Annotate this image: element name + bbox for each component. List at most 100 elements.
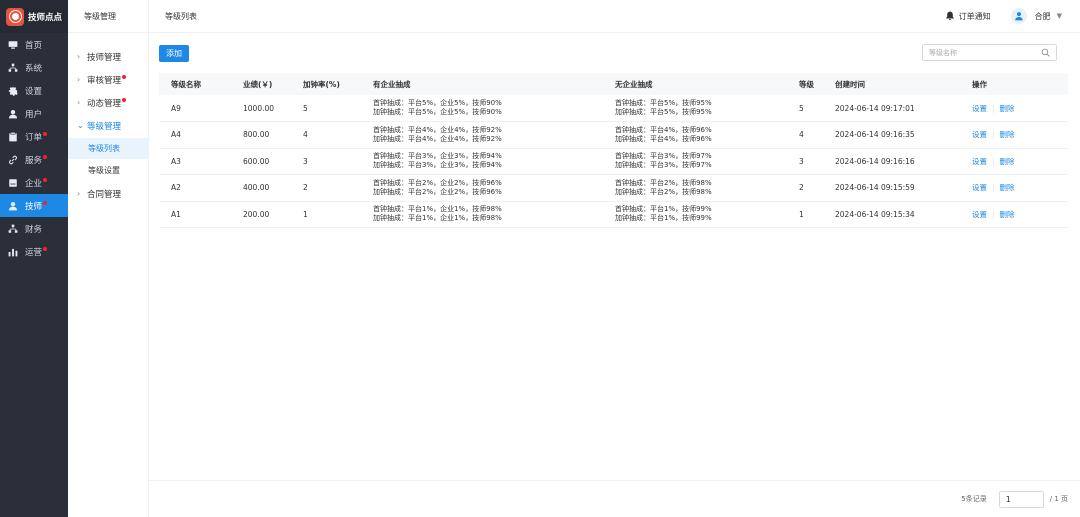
column-header-1: 业绩(￥) (243, 79, 273, 89)
no-enterprise-cell: 首钟抽成：平台4%，技师96% 加钟抽成：平台4%，技师96% (603, 122, 787, 149)
nav-item-label: 设置 (25, 86, 43, 97)
table-row: A4 800.00 4 首钟抽成：平台4%，企业4%，技师92% 加钟抽成：平台4%，企… (159, 122, 1068, 149)
submenu-child-1[interactable]: 等级设置 (68, 160, 148, 181)
column-header-7: 操作 (972, 79, 987, 89)
no-enterprise-cell: 首钟抽成：平台3%，技师97% 加钟抽成：平台3%，技师97% (603, 148, 787, 175)
divider: | (992, 156, 995, 166)
commission-line: 加钟抽成：平台2%，企业2%，技师96% (373, 187, 502, 196)
commission-line: 加钟抽成：平台1%，企业1%，技师98% (373, 214, 502, 223)
chevron-right-icon: › (77, 189, 81, 198)
rate-cell: 5 (303, 103, 308, 113)
submenu-item-1[interactable]: › 审核管理 (68, 68, 148, 91)
notification-dot (43, 201, 48, 205)
delete-link[interactable]: 删除 (1000, 130, 1015, 139)
submenu-item-3[interactable]: ⌄ 等级管理 (68, 114, 148, 137)
commission-line: 首钟抽成：平台1%，技师99% (615, 205, 712, 214)
commission-line: 加钟抽成：平台3%，企业3%，技师94% (373, 161, 502, 170)
delete-link[interactable]: 删除 (1000, 210, 1015, 219)
edit-link[interactable]: 设置 (972, 210, 987, 219)
submenu-item-label: 等级管理 (87, 121, 122, 132)
total-records: 5条记录 (961, 495, 987, 503)
nav-list: 首页系统设置用户 订单 服务企业技师财务运营 (0, 33, 68, 263)
column-header-0: 等级名称 (171, 79, 201, 89)
delete-link[interactable]: 删除 (1000, 104, 1015, 113)
level-name-cell: A3 (171, 156, 181, 166)
nav-item-0[interactable]: 首页 (0, 33, 68, 56)
nav-item-label: 系统 (25, 63, 43, 74)
submenu-child-0[interactable]: 等级列表 (68, 138, 148, 159)
created-time-cell: 2024-06-14 09:16:16 (835, 156, 915, 166)
header-right: 订单通知 合肥 ▼ (945, 8, 1080, 24)
commission-line: 首钟抽成：平台5%，企业5%，技师90% (373, 99, 502, 107)
submenu-item-0[interactable]: › 技师管理 (68, 45, 148, 68)
add-button[interactable]: 添加 (159, 45, 189, 62)
no-enterprise-cell: 首钟抽成：平台2%，技师98% 加钟抽成：平台2%，技师98% (603, 175, 787, 202)
nav-item-3[interactable]: 用户 (0, 102, 68, 125)
submenu-list: › 技师管理 › 审核管理 › 动态管理 ⌄ 等级管理 等级列表 等级设置 › 合同管理 (68, 33, 148, 205)
actions-cell: 设置 | 删除 (960, 95, 1068, 122)
commission-line: 加钟抽成：平台2%，技师98% (615, 187, 712, 196)
level-name-cell: A2 (171, 183, 181, 193)
nav-item-4[interactable]: 订单 (0, 125, 68, 148)
divider: | (992, 130, 995, 140)
edit-link[interactable]: 设置 (972, 183, 987, 192)
nav-item-9[interactable]: 运营 (0, 240, 68, 263)
commission-line: 首钟抽成：平台2%，企业2%，技师96% (373, 178, 502, 187)
chevron-down-icon[interactable]: ▼ (1057, 12, 1062, 20)
rate-cell: 2 (303, 183, 308, 193)
page-number-input[interactable] (998, 490, 1044, 508)
nav-item-label: 企业 (25, 178, 43, 189)
nav-item-label: 运营 (25, 247, 43, 258)
avatar[interactable] (1010, 8, 1027, 24)
level-name-cell: A4 (171, 130, 181, 140)
nav-item-2[interactable]: 设置 (0, 79, 68, 102)
amount-cell: 600.00 (243, 156, 270, 166)
page-title: 等级列表 (165, 11, 197, 21)
brand[interactable]: 技师点点 (0, 0, 68, 33)
table-row: A1 200.00 1 首钟抽成：平台1%，企业1%，技师98% 加钟抽成：平台1%，企… (159, 201, 1068, 228)
column-header-4: 无企业抽成 (615, 79, 653, 89)
nav-item-7[interactable]: 技师 (0, 194, 68, 217)
level-name-cell: A1 (171, 209, 181, 219)
pagination: 5条记录 / 1 页 (149, 480, 1080, 517)
sitemap-icon (8, 63, 18, 73)
search-icon[interactable] (1041, 48, 1051, 58)
submenu-item-2[interactable]: › 动态管理 (68, 91, 148, 114)
clipboard-icon (8, 132, 18, 142)
nav-item-label: 财务 (25, 224, 43, 235)
actions-cell: 设置 | 删除 (960, 122, 1068, 149)
delete-link[interactable]: 删除 (1000, 157, 1015, 166)
commission-line: 加钟抽成：平台3%，技师97% (615, 161, 712, 170)
bell-icon[interactable] (945, 11, 955, 21)
commission-line: 加钟抽成：平台5%，企业5%，技师90% (373, 108, 502, 116)
rate-cell: 1 (303, 209, 308, 219)
level-cell: 3 (799, 156, 804, 166)
user-icon (8, 201, 18, 211)
search-box[interactable] (922, 44, 1057, 61)
submenu-title: 等级管理 (68, 0, 148, 33)
submenu-item-4[interactable]: › 合同管理 (68, 182, 148, 205)
nav-item-8[interactable]: 财务 (0, 217, 68, 240)
order-notice-link[interactable]: 订单通知 (959, 11, 991, 22)
commission-line: 加钟抽成：平台4%，企业4%，技师92% (373, 134, 502, 143)
amount-cell: 800.00 (243, 130, 270, 140)
edit-link[interactable]: 设置 (972, 157, 987, 166)
main-nav: 技师点点 首页系统设置用户 订单 服务企业技师财务运营 (0, 0, 68, 517)
city-selector[interactable]: 合肥 (1035, 11, 1051, 22)
amount-cell: 1000.00 (243, 103, 275, 113)
actions-cell: 设置 | 删除 (960, 148, 1068, 175)
submenu-item-label: 审核管理 (87, 75, 122, 86)
top-header: 等级列表 订单通知 合肥 ▼ (149, 0, 1080, 33)
chevron-right-icon: › (77, 75, 81, 84)
search-input[interactable] (923, 48, 1038, 57)
level-cell: 5 (799, 103, 804, 113)
nav-item-5[interactable]: 服务 (0, 148, 68, 171)
delete-link[interactable]: 删除 (1000, 183, 1015, 192)
submenu-item-label: 合同管理 (87, 189, 122, 200)
brand-name: 技师点点 (28, 12, 63, 23)
chevron-down-icon: ⌄ (77, 121, 84, 130)
nav-item-6[interactable]: 企业 (0, 171, 68, 194)
edit-link[interactable]: 设置 (972, 130, 987, 139)
edit-link[interactable]: 设置 (972, 104, 987, 113)
nav-item-1[interactable]: 系统 (0, 56, 68, 79)
